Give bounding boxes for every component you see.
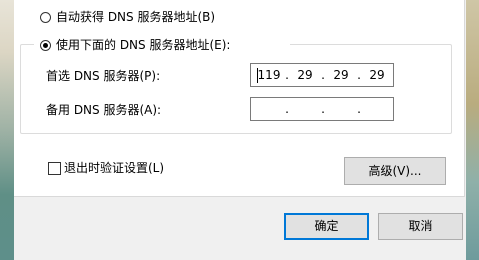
preferred-dns-octet-2[interactable]: 29 (293, 68, 317, 82)
ok-button[interactable]: 确定 (284, 213, 369, 240)
ip-separator: . (285, 68, 289, 82)
alternate-dns-label: 备用 DNS 服务器(A): (46, 103, 162, 117)
preferred-dns-octet-3[interactable]: 29 (329, 68, 353, 82)
ip-separator: . (357, 102, 361, 116)
auto-dns-radio[interactable] (40, 12, 51, 23)
validate-on-exit-checkbox[interactable] (48, 162, 61, 175)
desktop-background-left (0, 0, 14, 260)
cancel-button[interactable]: 取消 (378, 213, 463, 240)
preferred-dns-input[interactable]: 119 . 29 . 29 . 29 (250, 63, 394, 87)
alternate-dns-input[interactable]: . . . (250, 97, 394, 121)
preferred-dns-octet-1[interactable]: 119 (257, 68, 281, 82)
manual-dns-label[interactable]: 使用下面的 DNS 服务器地址(E): (56, 38, 230, 52)
preferred-dns-octet-4[interactable]: 29 (365, 68, 389, 82)
advanced-button[interactable]: 高级(V)... (344, 157, 446, 185)
validate-on-exit-label[interactable]: 退出时验证设置(L) (64, 161, 164, 175)
preferred-dns-label: 首选 DNS 服务器(P): (46, 69, 161, 83)
auto-dns-label[interactable]: 自动获得 DNS 服务器地址(B) (56, 10, 215, 24)
ip-separator: . (321, 102, 325, 116)
ip-separator: . (357, 68, 361, 82)
desktop-background-right (466, 0, 479, 260)
ip-separator: . (285, 102, 289, 116)
ipv4-properties-dialog: 自动获得 DNS 服务器地址(B) 使用下面的 DNS 服务器地址(E): 首选… (14, 0, 466, 260)
manual-dns-radio[interactable] (40, 40, 51, 51)
ip-separator: . (321, 68, 325, 82)
general-tab-pane: 自动获得 DNS 服务器地址(B) 使用下面的 DNS 服务器地址(E): 首选… (14, 0, 465, 197)
